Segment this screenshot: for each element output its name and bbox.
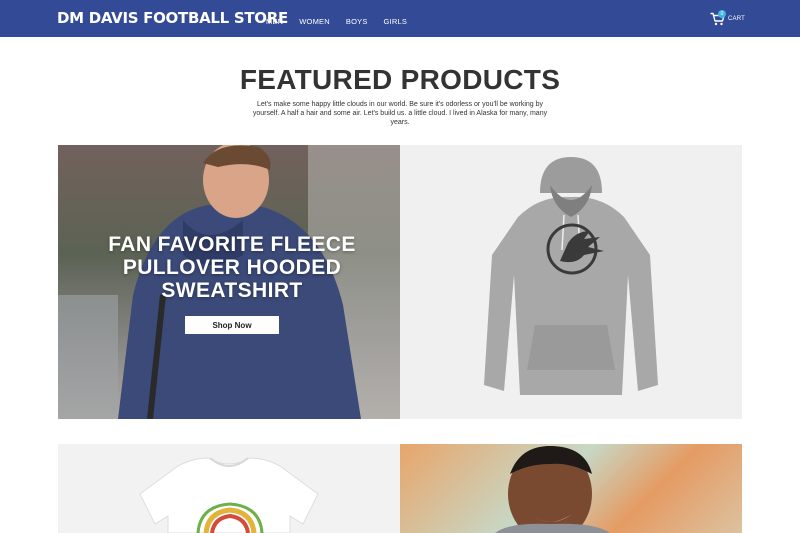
tshirt-product-image bbox=[139, 457, 319, 533]
hero-product-banner[interactable]: FAN FAVORITE FLEECE PULLOVER HOODED SWEA… bbox=[58, 145, 400, 419]
nav-item-women[interactable]: WOMEN bbox=[299, 17, 330, 26]
nav-item-girls[interactable]: GIRLS bbox=[384, 17, 408, 26]
hoodie-product-card[interactable] bbox=[400, 145, 742, 419]
tshirt-product-card[interactable] bbox=[58, 444, 400, 533]
lifestyle-product-card[interactable] bbox=[400, 444, 742, 533]
top-navbar: DM DAVIS FOOTBALL STORE MEN WOMEN BOYS G… bbox=[0, 0, 800, 37]
main-nav: MEN WOMEN BOYS GIRLS bbox=[266, 17, 423, 26]
hoodie-product-image bbox=[484, 157, 658, 395]
cart-label: CART bbox=[728, 16, 746, 22]
shopping-cart-icon: 0 bbox=[710, 10, 726, 26]
featured-products-description: Let's make some happy little clouds in o… bbox=[252, 101, 548, 126]
shop-now-button[interactable]: Shop Now bbox=[185, 316, 279, 334]
featured-products-title: FEATURED PRODUCTS bbox=[239, 64, 561, 95]
store-brand[interactable]: DM DAVIS FOOTBALL STORE bbox=[57, 9, 288, 27]
hero-title: FAN FAVORITE FLEECE PULLOVER HOODED SWEA… bbox=[108, 233, 356, 302]
smiling-person-image bbox=[495, 446, 610, 533]
nav-item-men[interactable]: MEN bbox=[266, 17, 283, 26]
cart-count-badge: 0 bbox=[718, 10, 726, 18]
cart-link[interactable]: 0 CART bbox=[710, 10, 746, 26]
nav-item-boys[interactable]: BOYS bbox=[346, 17, 368, 26]
